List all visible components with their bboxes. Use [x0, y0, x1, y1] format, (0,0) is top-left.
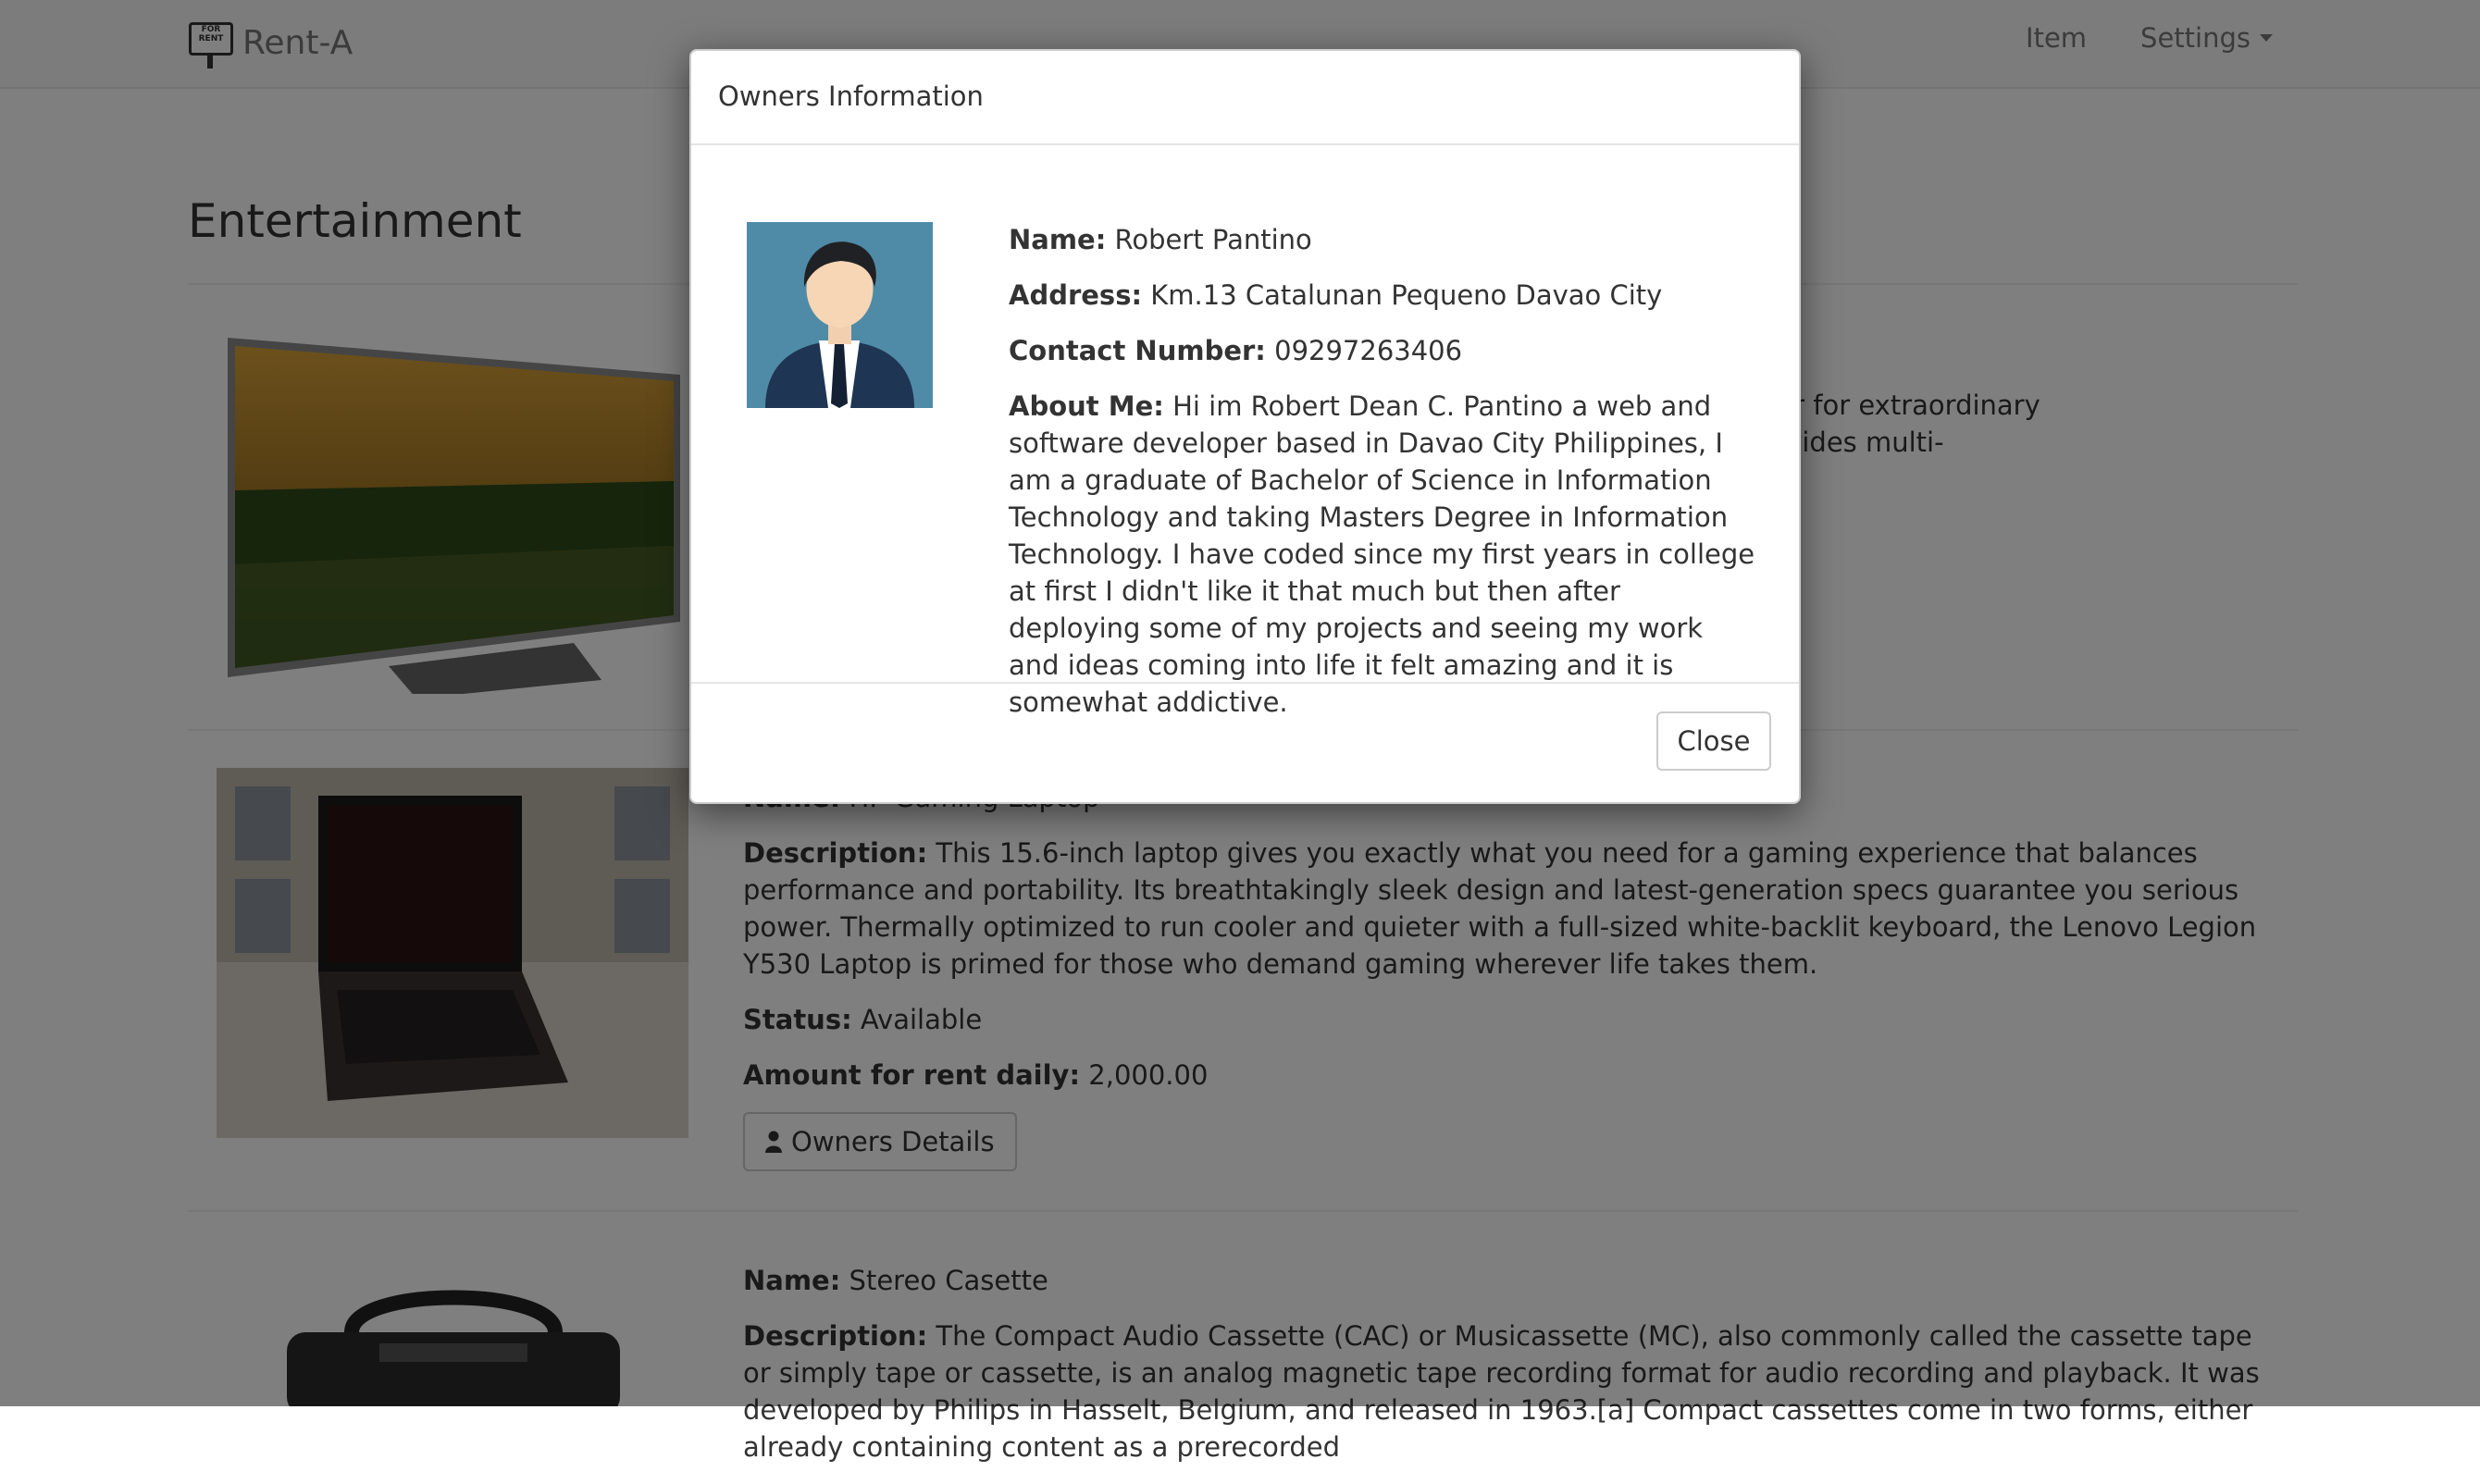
close-button[interactable]: Close: [1656, 711, 1771, 771]
modal-footer: Close: [691, 682, 1799, 802]
modal-header: Owners Information: [691, 51, 1799, 145]
modal-title: Owners Information: [718, 80, 984, 112]
owner-about-row: About Me: Hi im Robert Dean C. Pantino a…: [1009, 388, 1758, 721]
modal-body: Name: Robert Pantino Address: Km.13 Cata…: [691, 145, 1799, 718]
owner-address-label: Address:: [1009, 279, 1143, 311]
owner-address: Km.13 Catalunan Pequeno Davao City: [1150, 279, 1663, 311]
owner-info: Name: Robert Pantino Address: Km.13 Cata…: [1009, 221, 1758, 739]
owner-about: Hi im Robert Dean C. Pantino a web and s…: [1009, 390, 1755, 718]
owner-contact-label: Contact Number:: [1009, 335, 1266, 366]
owner-contact-row: Contact Number: 09297263406: [1009, 332, 1758, 369]
owner-name-row: Name: Robert Pantino: [1009, 221, 1758, 258]
owner-address-row: Address: Km.13 Catalunan Pequeno Davao C…: [1009, 277, 1758, 314]
owner-name-label: Name:: [1009, 224, 1107, 255]
owner-about-label: About Me:: [1009, 390, 1164, 422]
owners-info-modal: Owners Information Name: Robert Pantino …: [689, 49, 1801, 804]
owner-avatar: [747, 222, 933, 408]
owner-name: Robert Pantino: [1114, 224, 1312, 255]
owner-contact: 09297263406: [1274, 335, 1463, 366]
